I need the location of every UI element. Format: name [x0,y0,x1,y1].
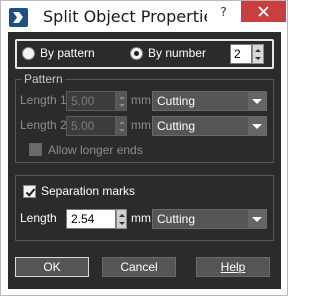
length1-label: Length 1 [20,93,67,107]
length2-unit: mm [131,118,151,132]
spin-up-icon[interactable] [255,49,261,52]
pattern-group-title: Pattern [22,72,65,86]
separation-marks-label[interactable]: Separation marks [41,184,135,198]
length1-input[interactable]: 5.00 [66,91,116,111]
separation-length-label: Length [20,211,57,225]
ok-button[interactable]: OK [15,257,89,277]
length2-type-value: Cutting [157,119,196,133]
pattern-group: Pattern Length 1 5.00 mm Cutting Length … [15,72,274,163]
dialog-window: Split Object Properties ? By pattern By … [0,0,288,296]
length1-type-dropdown[interactable]: Cutting [152,91,267,111]
number-stepper[interactable]: 2 [230,44,266,64]
by-number-radio[interactable] [130,47,143,60]
spin-up-icon[interactable] [119,214,125,217]
separation-unit: mm [131,211,151,225]
by-pattern-radio[interactable] [22,47,35,60]
by-pattern-label[interactable]: By pattern [40,46,95,60]
chevron-down-icon[interactable] [248,92,266,110]
length1-unit: mm [131,93,151,107]
length2-input[interactable]: 5.00 [66,116,116,136]
close-button[interactable] [241,1,286,22]
spin-up-icon[interactable] [119,121,125,124]
separation-length-input[interactable]: 2.54 [66,209,116,229]
separation-marks-checkbox[interactable] [23,185,36,198]
number-input[interactable]: 2 [230,44,252,64]
length2-label: Length 2 [20,118,67,132]
title-bar[interactable]: Split Object Properties ? [1,1,287,33]
checkmark-icon [25,188,36,197]
app-icon [9,8,28,27]
separation-type-value: Cutting [157,212,196,226]
by-number-label[interactable]: By number [148,46,206,60]
cancel-button[interactable]: Cancel [102,257,176,277]
help-button[interactable]: Help [196,257,270,277]
dialog-client-area: By pattern By number 2 Pattern Length 1 … [8,32,281,289]
separation-group: Separation marks Length 2.54 mm Cutting [15,175,274,241]
spin-down-icon[interactable] [119,129,125,132]
close-icon [258,6,269,17]
length1-spinner[interactable] [116,91,127,111]
allow-longer-ends-label[interactable]: Allow longer ends [48,143,143,157]
chevron-down-icon[interactable] [248,210,266,228]
separation-length-spinner[interactable] [116,209,127,229]
chevron-down-icon[interactable] [248,117,266,135]
spin-down-icon[interactable] [119,222,125,225]
spin-down-icon[interactable] [255,57,261,60]
spin-up-icon[interactable] [119,96,125,99]
allow-longer-ends-checkbox[interactable] [29,143,42,156]
length2-spinner[interactable] [116,116,127,136]
help-title-button[interactable]: ? [207,1,240,23]
length1-type-value: Cutting [157,94,196,108]
number-spin-buttons[interactable] [252,44,264,64]
separation-type-dropdown[interactable]: Cutting [152,209,267,229]
spin-down-icon[interactable] [119,104,125,107]
length2-type-dropdown[interactable]: Cutting [152,116,267,136]
mode-box: By pattern By number 2 [15,39,274,69]
window-title: Split Object Properties [43,7,222,26]
